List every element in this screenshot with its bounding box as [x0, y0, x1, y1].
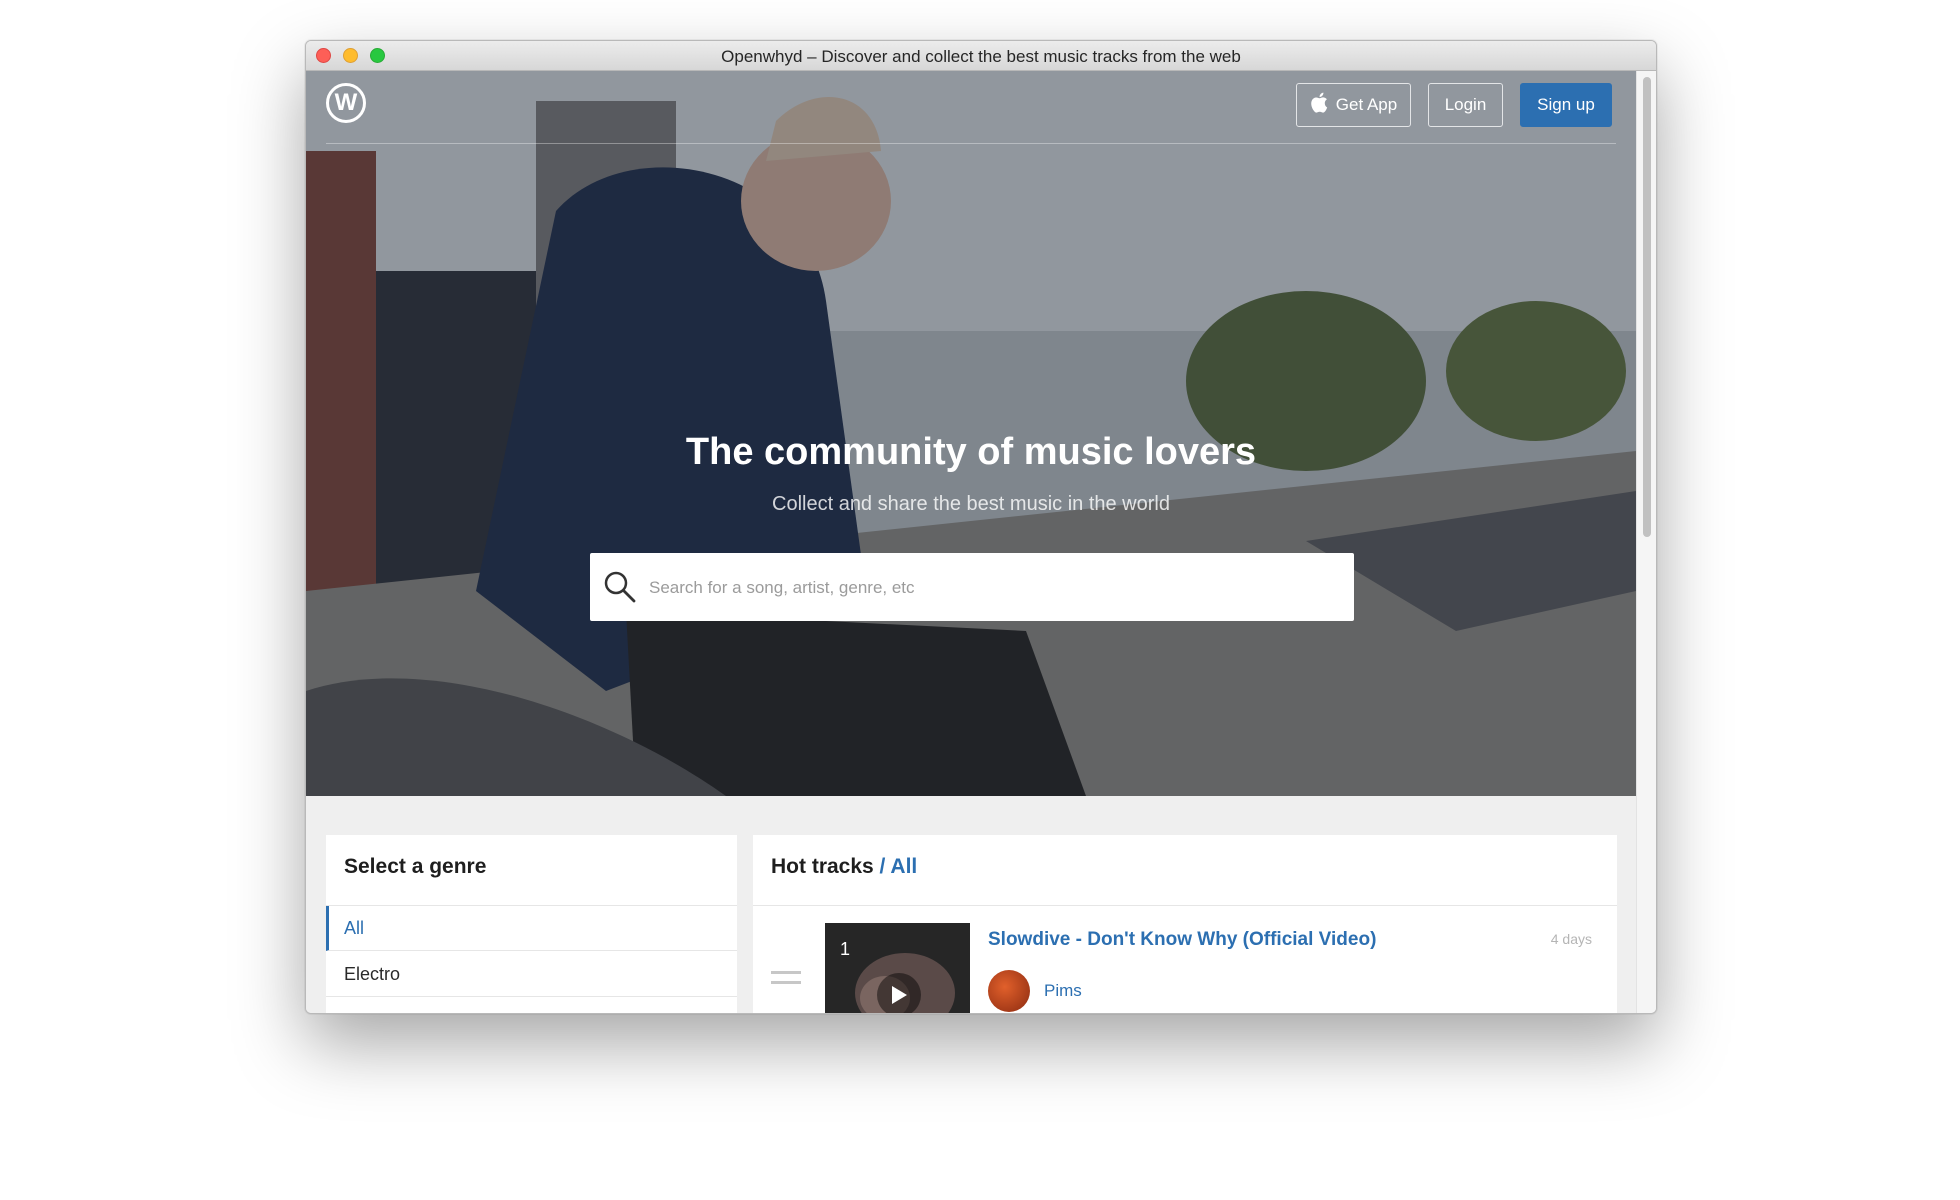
user-avatar[interactable]: [988, 970, 1030, 1012]
genre-panel-title: Select a genre: [344, 855, 487, 878]
genre-panel: Select a genre All Electro: [326, 835, 737, 1013]
search-input[interactable]: [647, 569, 1331, 607]
scrollbar-thumb[interactable]: [1643, 77, 1651, 537]
header-divider: [326, 143, 1616, 144]
hero-title: The community of music lovers: [685, 431, 1257, 473]
search-box[interactable]: [590, 553, 1354, 621]
title-bar: Openwhyd – Discover and collect the best…: [306, 41, 1656, 71]
openwhyd-logo[interactable]: W: [326, 83, 366, 123]
track-rank: 1: [840, 939, 851, 959]
play-icon[interactable]: [877, 973, 921, 1013]
apple-icon: [1310, 92, 1328, 118]
get-app-label: Get App: [1335, 95, 1398, 114]
panel-divider: [753, 905, 1617, 906]
page-viewport: W Get App Login Sign up The community of…: [306, 71, 1636, 1013]
drag-handle-icon[interactable]: [771, 971, 801, 991]
track-user-link[interactable]: Pims: [1044, 981, 1082, 1001]
hot-tracks-label: Hot tracks: [771, 855, 874, 878]
track-title-link[interactable]: Slowdive - Don't Know Why (Official Vide…: [988, 929, 1376, 951]
hero-subtitle: Collect and share the best music in the …: [772, 493, 1170, 515]
genre-item-electro[interactable]: Electro: [326, 952, 737, 997]
hot-tracks-title: Hot tracks / All: [771, 855, 917, 879]
login-button[interactable]: Login: [1428, 83, 1503, 127]
hot-tracks-panel: Hot tracks / All 1 Slowdive - Don't Know…: [753, 835, 1617, 1013]
track-thumbnail[interactable]: 1: [825, 923, 970, 1013]
track-age: 4 days: [1550, 931, 1592, 947]
get-app-button[interactable]: Get App: [1296, 83, 1411, 127]
sign-up-button[interactable]: Sign up: [1520, 83, 1612, 127]
search-icon: [602, 569, 638, 605]
vertical-scrollbar[interactable]: [1636, 71, 1656, 1013]
window-title: Openwhyd – Discover and collect the best…: [721, 47, 1241, 66]
genre-item-all[interactable]: All: [326, 906, 737, 951]
browser-window: Openwhyd – Discover and collect the best…: [305, 40, 1657, 1014]
hot-tracks-filter[interactable]: / All: [880, 855, 918, 878]
hero-section: W Get App Login Sign up The community of…: [306, 71, 1636, 796]
